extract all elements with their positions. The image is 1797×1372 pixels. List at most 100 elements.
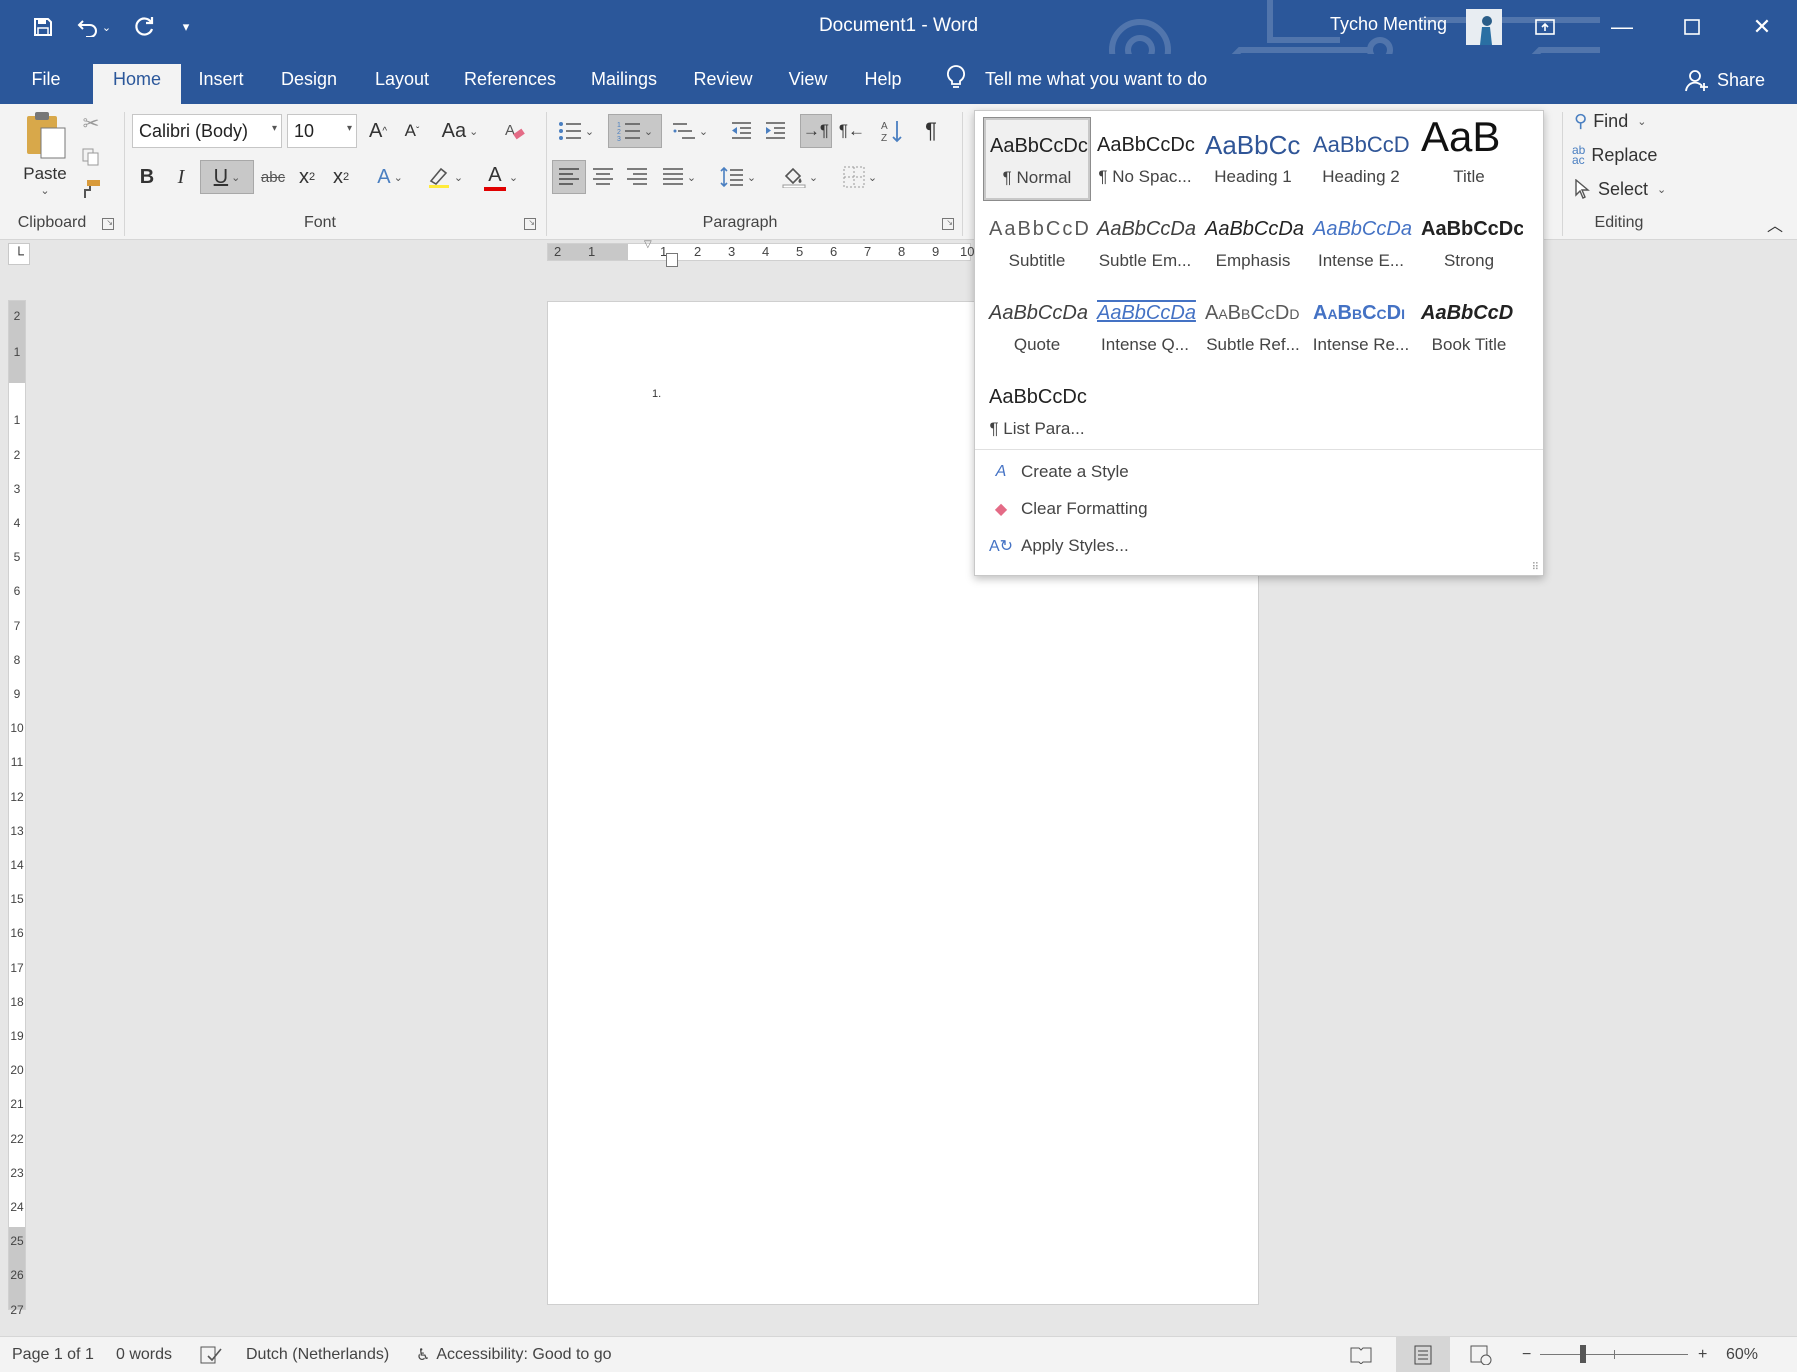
collapse-ribbon-icon[interactable]: ︿ [1762, 212, 1788, 236]
zoom-out-button[interactable]: − [1522, 1343, 1531, 1367]
highlight-color-button[interactable]: ⌄ [420, 160, 470, 194]
align-left-icon[interactable] [552, 160, 586, 194]
font-name-combo[interactable]: Calibri (Body) ▾ [132, 114, 282, 148]
style-strong[interactable]: AaBbCcDc Strong [1415, 201, 1523, 285]
change-case-button[interactable]: Aa ⌄ [436, 114, 484, 148]
tab-references[interactable]: References [456, 64, 564, 104]
read-mode-icon[interactable] [1350, 1343, 1372, 1367]
replace-button[interactable]: ab ac Replace [1572, 140, 1657, 170]
subscript-button[interactable]: x2 [292, 160, 322, 194]
create-style-item[interactable]: A Create a Style [981, 455, 1536, 489]
style-list-paragraph[interactable]: AaBbCcDc ¶ List Para... [983, 369, 1091, 453]
maximize-icon[interactable] [1657, 0, 1727, 54]
style-no-spacing[interactable]: AaBbCcDc ¶ No Spac... [1091, 117, 1199, 201]
style-preview: AaBbCcDc [990, 135, 1088, 157]
decrease-indent-icon[interactable] [726, 114, 756, 148]
share-button[interactable]: Share [1685, 64, 1765, 96]
cut-icon[interactable]: ✂ [76, 108, 106, 138]
line-spacing-button[interactable]: ⌄ [714, 160, 762, 194]
ribbon-display-options-icon[interactable] [1510, 0, 1580, 54]
strikethrough-button[interactable]: abc [258, 160, 288, 194]
tab-insert[interactable]: Insert [186, 64, 256, 104]
tab-help[interactable]: Help [852, 64, 914, 104]
close-icon[interactable]: ✕ [1727, 0, 1797, 54]
style-intense-quote[interactable]: AaBbCcDa Intense Q... [1091, 285, 1199, 369]
rtl-direction-icon[interactable]: ¶← [836, 114, 868, 148]
text-effects-button[interactable]: A ⌄ [368, 160, 412, 194]
left-indent-marker[interactable] [666, 253, 678, 267]
horizontal-ruler[interactable]: 2 1 1 2 3 4 5 6 7 8 9 10 ▽ [547, 239, 974, 267]
style-intense-reference[interactable]: AaBbCcDi Intense Re... [1307, 285, 1415, 369]
shading-button[interactable]: ⌄ [776, 160, 824, 194]
font-color-button[interactable]: A ⌄ [478, 160, 524, 194]
first-line-indent-marker[interactable]: ▽ [644, 239, 652, 250]
copy-icon[interactable] [76, 142, 106, 172]
shrink-font-icon[interactable]: Aˇ [396, 114, 428, 148]
italic-button[interactable]: I [166, 160, 196, 194]
avatar[interactable] [1466, 9, 1502, 45]
bold-button[interactable]: B [132, 160, 162, 194]
web-layout-icon[interactable] [1470, 1343, 1492, 1367]
style-subtle-reference[interactable]: AaBbCcDd Subtle Ref... [1199, 285, 1307, 369]
tab-layout[interactable]: Layout [365, 64, 439, 104]
style-subtle-emphasis[interactable]: AaBbCcDa Subtle Em... [1091, 201, 1199, 285]
user-name[interactable]: Tycho Menting [1330, 14, 1447, 35]
ltr-direction-icon[interactable]: →¶ [800, 114, 832, 148]
style-book-title[interactable]: AaBbCcD Book Title [1415, 285, 1523, 369]
tab-home[interactable]: Home [93, 64, 181, 104]
increase-indent-icon[interactable] [760, 114, 790, 148]
tab-file[interactable]: File [18, 64, 74, 104]
language[interactable]: Dutch (Netherlands) [246, 1343, 389, 1367]
clear-all-formatting-icon[interactable]: A [500, 114, 530, 148]
apply-styles-item[interactable]: A↻ Apply Styles... [981, 529, 1536, 563]
proofing-icon[interactable] [200, 1343, 222, 1367]
show-hide-marks-icon[interactable]: ¶ [916, 114, 946, 148]
tell-me-text[interactable]: Tell me what you want to do [985, 69, 1207, 90]
tell-me-search[interactable]: Tell me what you want to do [945, 62, 1207, 96]
tab-selector[interactable]: └ [8, 243, 30, 265]
font-launcher-icon[interactable]: ↘ [524, 218, 536, 230]
word-count[interactable]: 0 words [116, 1343, 172, 1367]
style-heading-1[interactable]: AaBbCc Heading 1 [1199, 117, 1307, 201]
grow-font-icon[interactable]: A ^ [362, 114, 394, 148]
page-count[interactable]: Page 1 of 1 [12, 1343, 94, 1367]
zoom-level[interactable]: 60% [1726, 1343, 1758, 1367]
sort-icon[interactable]: AZ [876, 114, 908, 148]
superscript-button[interactable]: x2 [326, 160, 356, 194]
tab-mailings[interactable]: Mailings [580, 64, 668, 104]
style-heading-2[interactable]: AaBbCcD Heading 2 [1307, 117, 1415, 201]
vertical-ruler[interactable]: 2 1 1 2 3 4 5 6 7 8 9 10 11 12 13 14 15 16 17 18 19 20 21 22 23 2… [8, 300, 26, 1317]
resize-grip-icon[interactable]: ⠿ [1532, 562, 1539, 573]
clear-formatting-item[interactable]: ◆ Clear Formatting [981, 492, 1536, 526]
find-button[interactable]: ⚲ Find ⌄ [1574, 106, 1646, 136]
style-emphasis[interactable]: AaBbCcDa Emphasis [1199, 201, 1307, 285]
tab-view[interactable]: View [778, 64, 838, 104]
underline-button[interactable]: U ⌄ [200, 160, 254, 194]
style-intense-emphasis[interactable]: AaBbCcDa Intense E... [1307, 201, 1415, 285]
accessibility-checker[interactable]: ♿ Accessibility: Good to go [416, 1343, 612, 1367]
align-right-icon[interactable] [622, 160, 652, 194]
list-number[interactable]: 1. [652, 388, 661, 400]
font-size-combo[interactable]: 10 ▾ [287, 114, 357, 148]
style-normal[interactable]: AaBbCcDc ¶ Normal [983, 117, 1091, 201]
minimize-icon[interactable]: — [1587, 0, 1657, 54]
format-painter-icon[interactable] [76, 174, 106, 204]
zoom-in-button[interactable]: + [1698, 1343, 1707, 1367]
print-layout-icon[interactable] [1396, 1337, 1450, 1372]
borders-button[interactable]: ⌄ [836, 160, 884, 194]
align-center-icon[interactable] [588, 160, 618, 194]
style-title[interactable]: AaB Title [1415, 117, 1523, 201]
bullets-button[interactable]: ⌄ [552, 114, 600, 148]
multilevel-list-button[interactable]: ⌄ [666, 114, 714, 148]
style-quote[interactable]: AaBbCcDa Quote [983, 285, 1091, 369]
tab-design[interactable]: Design [272, 64, 346, 104]
justify-button[interactable]: ⌄ [656, 160, 702, 194]
select-button[interactable]: Select ⌄ [1574, 174, 1666, 204]
clipboard-launcher-icon[interactable]: ↘ [102, 218, 114, 230]
style-subtitle[interactable]: AaBbCcD Subtitle [983, 201, 1091, 285]
paste-button[interactable]: Paste ⌄ [18, 110, 72, 204]
zoom-slider-thumb[interactable] [1580, 1345, 1586, 1363]
tab-review[interactable]: Review [684, 64, 762, 104]
paragraph-launcher-icon[interactable]: ↘ [942, 218, 954, 230]
numbering-button[interactable]: 1 2 3 ⌄ [608, 114, 662, 148]
